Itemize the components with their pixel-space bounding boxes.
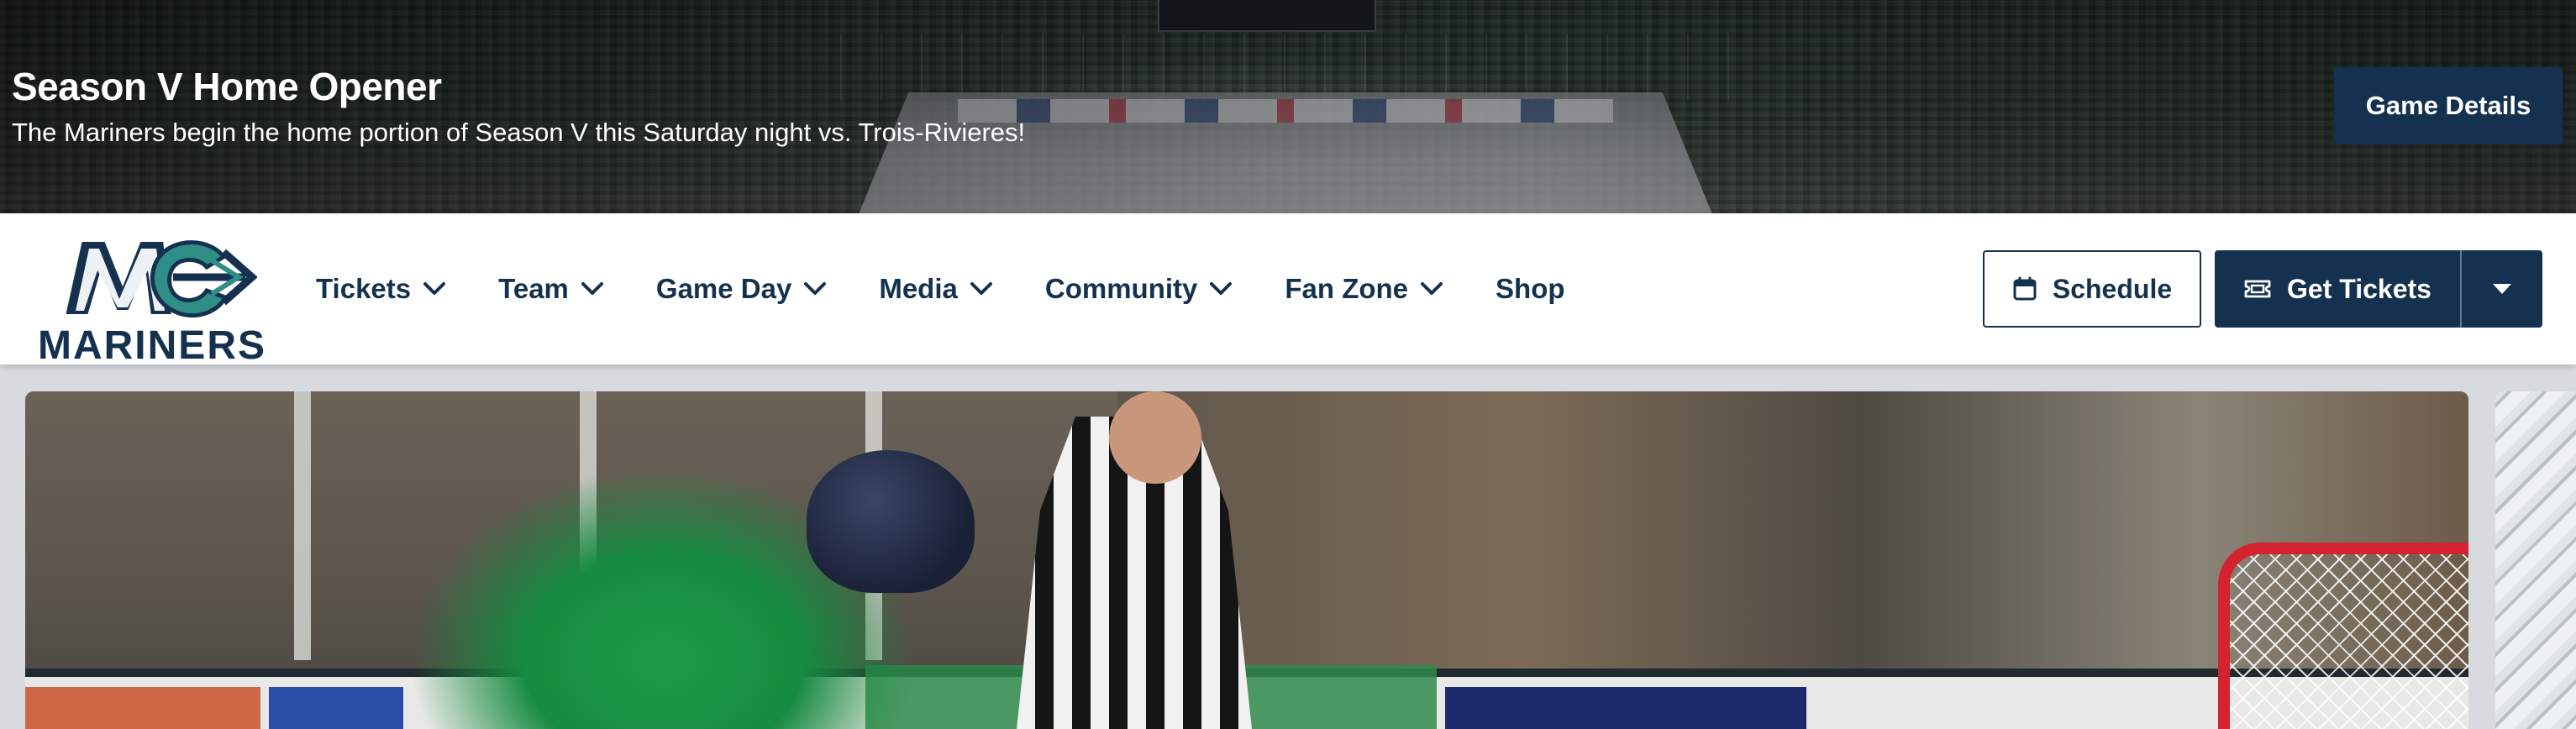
banner-title: Season V Home Opener	[12, 65, 442, 108]
tickets-dropdown-toggle[interactable]	[2460, 250, 2542, 328]
nav-item-label: Tickets	[316, 273, 412, 304]
nav-item-team[interactable]: Team	[498, 273, 604, 305]
carousel-slide-active[interactable]	[25, 391, 2468, 729]
nav-item-game-day[interactable]: Game Day	[656, 273, 827, 305]
chevron-down-icon	[581, 282, 603, 295]
ticket-icon	[2244, 280, 2271, 298]
nav-item-tickets[interactable]: Tickets	[316, 273, 446, 305]
hero-banner: Season V Home Opener The Mariners begin …	[0, 0, 2576, 213]
caret-down-icon	[2493, 284, 2511, 294]
schedule-button[interactable]: Schedule	[1983, 250, 2201, 328]
mariners-logo[interactable]: MARINERS	[30, 223, 274, 368]
slide-image-goal-net	[2218, 543, 2468, 729]
mariners-logo-icon	[61, 239, 257, 318]
chevron-down-icon	[1421, 282, 1443, 295]
nav-item-media[interactable]: Media	[879, 273, 993, 305]
logo-wordmark: MARINERS	[37, 323, 266, 368]
nav-item-label: Game Day	[655, 273, 792, 304]
chevron-down-icon	[1210, 282, 1233, 295]
slide-image-ad	[1445, 687, 1806, 729]
slide-image-ad	[25, 687, 260, 729]
nav-item-label: Team	[498, 273, 569, 304]
nav-item-label: Media	[879, 273, 958, 304]
nav-item-community[interactable]: Community	[1045, 273, 1233, 305]
chevron-down-icon	[804, 282, 827, 295]
site-header: MARINERS Tickets Team Game Day Media Com…	[0, 213, 2576, 368]
nav-item-fan-zone[interactable]: Fan Zone	[1285, 273, 1443, 305]
get-tickets-label: Get Tickets	[2287, 273, 2431, 304]
nav-item-label: Shop	[1496, 273, 1565, 304]
slide-image-referee-head	[1109, 391, 1201, 484]
nav-item-label: Community	[1044, 273, 1198, 304]
calendar-icon	[2013, 276, 2037, 301]
banner-subtitle: The Mariners begin the home portion of S…	[12, 118, 1026, 147]
get-tickets-button[interactable]: Get Tickets	[2215, 250, 2460, 328]
carousel-slide-next[interactable]	[2495, 391, 2576, 729]
main-nav: Tickets Team Game Day Media Community Fa…	[316, 213, 1565, 364]
nav-item-shop[interactable]: Shop	[1496, 273, 1564, 305]
schedule-label: Schedule	[2052, 273, 2173, 304]
slide-image-helmet	[807, 450, 975, 593]
chevron-down-icon	[970, 282, 992, 295]
game-details-button[interactable]: Game Details	[2334, 67, 2563, 144]
nav-item-label: Fan Zone	[1285, 273, 1409, 304]
get-tickets-group: Get Tickets	[2215, 250, 2542, 328]
chevron-down-icon	[423, 282, 446, 295]
